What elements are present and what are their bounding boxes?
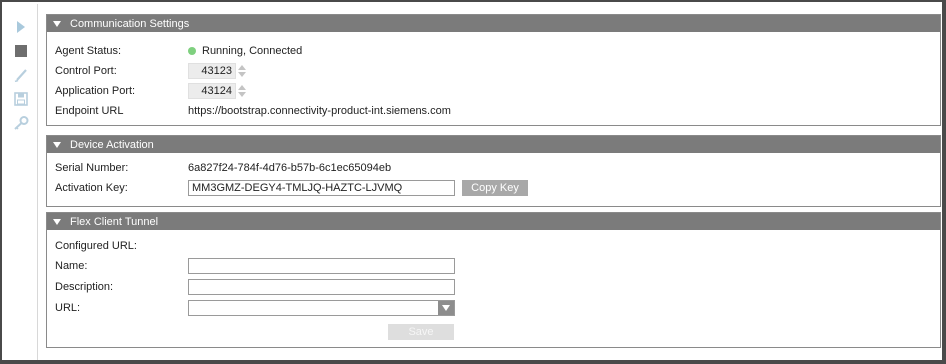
application-port-stepper: 43124 <box>188 83 246 99</box>
activation-key-field[interactable]: MM3GMZ-DEGY4-TMLJQ-HAZTC-LJVMQ <box>188 180 455 196</box>
save-button[interactable]: Save <box>388 324 454 340</box>
flex-client-tunnel-panel: Flex Client Tunnel Configured URL: Name:… <box>46 212 941 348</box>
communication-settings-title: Communication Settings <box>70 17 190 30</box>
app-window: Communication Settings Agent Status: Run… <box>0 0 946 364</box>
agent-status-value: Running, Connected <box>188 45 302 57</box>
save-wrap: Save <box>388 324 454 340</box>
description-label: Description: <box>55 281 114 293</box>
serial-number-value: 6a827f24-784f-4d76-b57b-6c1ec65094eb <box>188 162 392 174</box>
application-port-input[interactable]: 43124 <box>188 83 236 99</box>
device-activation-panel: Device Activation Serial Number: 6a827f2… <box>46 135 941 207</box>
device-activation-title: Device Activation <box>70 138 154 151</box>
side-toolbar <box>4 4 38 360</box>
url-value <box>188 300 455 316</box>
agent-status-text: Running, Connected <box>202 45 303 57</box>
description-value <box>188 279 455 295</box>
application-port-label: Application Port: <box>55 85 136 97</box>
communication-settings-panel: Communication Settings Agent Status: Run… <box>46 14 941 126</box>
pencil-icon[interactable] <box>12 66 30 84</box>
activation-key-group: MM3GMZ-DEGY4-TMLJQ-HAZTC-LJVMQ Copy Key <box>188 180 528 196</box>
control-port-spin-buttons[interactable] <box>237 63 246 79</box>
control-port-label: Control Port: <box>55 65 117 77</box>
control-port-input[interactable]: 43123 <box>188 63 236 79</box>
flex-client-tunnel-title: Flex Client Tunnel <box>70 215 159 228</box>
flex-client-tunnel-header[interactable]: Flex Client Tunnel <box>47 213 940 230</box>
collapse-triangle-icon <box>53 20 61 27</box>
url-label: URL: <box>55 302 81 314</box>
dropdown-arrow-icon[interactable] <box>438 301 454 315</box>
control-port-stepper: 43123 <box>188 63 246 79</box>
name-field[interactable] <box>188 258 455 274</box>
endpoint-url-value: https://bootstrap.connectivity-product-i… <box>188 105 451 117</box>
spin-down-icon[interactable] <box>237 72 246 77</box>
name-label: Name: <box>55 260 88 272</box>
stop-icon[interactable] <box>12 42 30 60</box>
agent-status-label: Agent Status: <box>55 45 122 57</box>
activation-key-label: Activation Key: <box>55 182 128 194</box>
save-icon[interactable] <box>12 90 30 108</box>
serial-number-label: Serial Number: <box>55 162 129 174</box>
spin-up-icon[interactable] <box>237 85 246 90</box>
key-icon[interactable] <box>12 114 30 132</box>
spin-down-icon[interactable] <box>237 92 246 97</box>
name-value <box>188 258 455 274</box>
application-port-spin-buttons[interactable] <box>237 83 246 99</box>
spin-up-icon[interactable] <box>237 65 246 70</box>
status-dot-icon <box>188 47 196 55</box>
description-field[interactable] <box>188 279 455 295</box>
device-activation-header[interactable]: Device Activation <box>47 136 940 153</box>
communication-settings-header[interactable]: Communication Settings <box>47 15 940 32</box>
url-dropdown[interactable] <box>188 300 455 316</box>
copy-key-button[interactable]: Copy Key <box>462 180 528 196</box>
collapse-triangle-icon <box>53 218 61 225</box>
endpoint-url-label: Endpoint URL <box>55 105 124 117</box>
collapse-triangle-icon <box>53 141 61 148</box>
configured-url-label: Configured URL: <box>55 240 137 252</box>
play-icon[interactable] <box>12 18 30 36</box>
